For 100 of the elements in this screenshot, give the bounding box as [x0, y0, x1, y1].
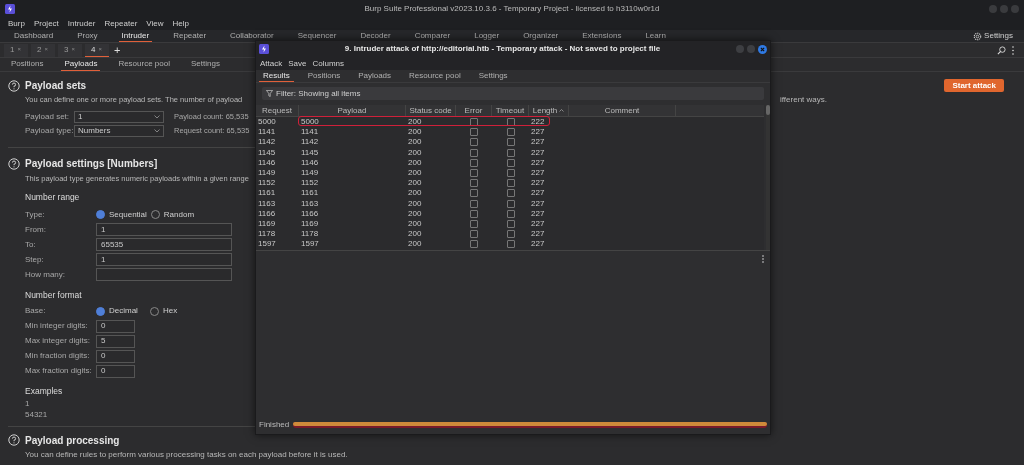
help-icon[interactable] [8, 79, 20, 92]
results-tab[interactable]: Results [259, 70, 294, 82]
table-cell-text: 227 [530, 156, 546, 169]
table-cell-text: 200 [407, 126, 423, 139]
menu-item[interactable]: View [146, 17, 164, 30]
main-tab[interactable]: Extensions [579, 30, 625, 42]
main-tab[interactable]: Decoder [357, 30, 394, 42]
checkbox[interactable] [470, 138, 478, 147]
column-header[interactable]: Payload [299, 105, 406, 116]
main-tab[interactable]: Collaborator [227, 30, 277, 42]
checkbox[interactable] [470, 230, 478, 239]
results-tab[interactable]: Payloads [354, 70, 396, 82]
dropdown[interactable]: 1 [74, 111, 164, 123]
input-field[interactable] [96, 268, 232, 281]
menu-item[interactable]: Intruder [67, 17, 96, 30]
table-cell-text: 227 [530, 167, 546, 180]
checkbox[interactable] [506, 118, 515, 127]
menu-item[interactable]: Help [172, 17, 189, 30]
menu-item[interactable]: Repeater [104, 17, 138, 30]
checkbox[interactable] [506, 169, 515, 178]
table-cell-text: 5000 [257, 116, 277, 129]
column-header[interactable]: Timeout [492, 105, 529, 116]
menu-item[interactable]: Columns [312, 57, 345, 70]
table-cell-text: 1149 [257, 167, 277, 180]
menu-item[interactable]: Project [33, 17, 59, 30]
settings-button[interactable]: Settings [973, 30, 1013, 42]
checkbox[interactable] [470, 179, 478, 188]
help-icon[interactable] [8, 157, 20, 170]
checkbox[interactable] [470, 128, 478, 137]
table-cell-text: 227 [530, 187, 546, 200]
dropdown[interactable]: Numbers [74, 125, 164, 137]
results-tab[interactable]: Positions [303, 70, 345, 82]
gear-icon [973, 31, 983, 41]
main-tab[interactable]: Comparer [411, 30, 454, 42]
column-header[interactable]: Comment [569, 105, 676, 116]
checkbox[interactable] [470, 189, 478, 198]
menu-item[interactable]: Burp [8, 17, 25, 30]
input-field[interactable]: 1 [96, 223, 232, 236]
checkbox[interactable] [506, 138, 515, 147]
table-cell-text: 1163 [257, 197, 277, 210]
main-tab[interactable]: Proxy [74, 30, 101, 42]
field-label: From: [25, 223, 47, 236]
main-tab[interactable]: Dashboard [11, 30, 57, 42]
checkbox[interactable] [506, 158, 515, 167]
main-tab[interactable]: Learn [642, 30, 669, 42]
results-tab[interactable]: Settings [474, 70, 512, 82]
column-header[interactable]: Length [529, 105, 569, 116]
checkbox[interactable] [470, 240, 478, 249]
checkbox[interactable] [470, 219, 478, 228]
table-cell-text: 1146 [257, 156, 277, 169]
sub-tab[interactable]: Positions [8, 58, 47, 71]
main-tab[interactable]: Intruder [118, 30, 153, 42]
checkbox[interactable] [506, 209, 515, 218]
checkbox[interactable] [506, 179, 515, 188]
column-header[interactable]: Status code [406, 105, 456, 116]
input-field[interactable]: 65535 [96, 238, 232, 251]
input-field[interactable]: 1 [96, 253, 232, 266]
checkbox[interactable] [506, 199, 515, 208]
checkbox[interactable] [506, 219, 515, 228]
column-header[interactable]: Error [456, 105, 492, 116]
checkbox[interactable] [470, 158, 478, 167]
table-cell-text: 200 [407, 167, 423, 180]
checkbox[interactable] [506, 189, 515, 198]
column-header[interactable]: Request [256, 105, 299, 116]
input-field[interactable]: 0 [96, 349, 135, 363]
table-cell-text: 5000 [300, 116, 320, 129]
input-field[interactable]: 5 [96, 334, 135, 348]
help-icon[interactable] [8, 434, 20, 446]
filter-bar[interactable]: Filter: Showing all items [262, 87, 764, 100]
radio-label: Hex [162, 305, 178, 318]
sub-tab[interactable]: Payloads [61, 58, 101, 71]
checkbox[interactable] [506, 148, 515, 157]
checkbox[interactable] [470, 169, 478, 178]
table-cell-text: 1597 [257, 238, 277, 251]
sub-tab[interactable]: Resource pool [115, 58, 173, 71]
checkbox[interactable] [506, 230, 515, 239]
checkbox[interactable] [470, 209, 478, 218]
menu-item[interactable]: Attack [260, 57, 283, 70]
search-icon[interactable] [997, 45, 1006, 55]
checkbox[interactable] [506, 128, 515, 137]
main-tab[interactable]: Repeater [170, 30, 210, 42]
results-tab[interactable]: Resource pool [405, 70, 465, 82]
main-tab[interactable]: Organizer [520, 30, 562, 42]
menu-item[interactable]: Save [288, 57, 307, 70]
close-icon[interactable] [758, 44, 767, 54]
main-tab[interactable]: Logger [471, 30, 503, 42]
checkbox[interactable] [470, 199, 478, 208]
radio-button[interactable] [96, 210, 105, 219]
table-cell-text: 227 [530, 238, 546, 251]
checkbox[interactable] [506, 240, 515, 249]
input-field[interactable]: 0 [96, 319, 135, 333]
main-tab[interactable]: Sequencer [294, 30, 340, 42]
table-cell-text: 227 [530, 228, 546, 241]
checkbox[interactable] [470, 118, 478, 127]
radio-button[interactable] [96, 306, 105, 316]
sub-tab[interactable]: Settings [188, 58, 223, 71]
add-tab-button[interactable]: + [112, 44, 123, 56]
table-cell-text: 200 [407, 116, 423, 129]
input-field[interactable]: 0 [96, 364, 135, 378]
checkbox[interactable] [470, 148, 478, 157]
